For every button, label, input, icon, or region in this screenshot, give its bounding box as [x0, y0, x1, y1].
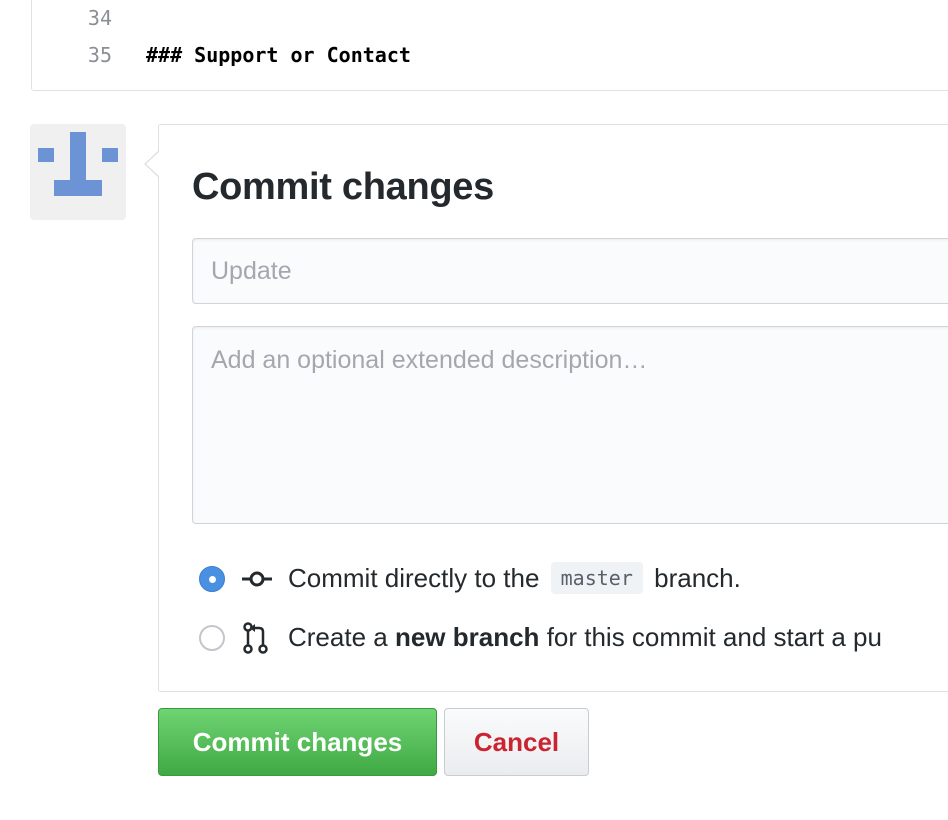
line-number: 35	[87, 43, 112, 67]
code-line: 34	[32, 6, 948, 42]
identicon-icon	[102, 148, 118, 162]
cancel-button[interactable]: Cancel	[444, 708, 589, 776]
identicon-icon	[38, 148, 54, 162]
code-text: ### Support or Contact	[146, 43, 411, 67]
commit-direct-text: Commit directly to the	[288, 563, 540, 593]
code-viewer: 34 35 ### Support or Contact	[31, 0, 948, 91]
new-branch-text: Create a	[288, 622, 388, 652]
line-number: 34	[87, 6, 112, 30]
commit-direct-label: Commit directly to the master branch.	[288, 562, 741, 594]
identicon-icon	[70, 132, 86, 182]
commit-form-title: Commit changes	[192, 166, 494, 208]
commit-description-input[interactable]	[192, 326, 948, 524]
code-line: 35 ### Support or Contact	[32, 43, 948, 79]
commit-direct-text-after: branch.	[654, 563, 741, 593]
commit-direct-radio[interactable]	[199, 566, 225, 592]
identicon-icon	[54, 180, 102, 196]
new-branch-label: Create a new branch for this commit and …	[288, 622, 882, 653]
new-branch-radio[interactable]	[199, 625, 225, 651]
new-branch-text-after: for this commit and start a pu	[546, 622, 882, 652]
git-commit-icon	[242, 568, 272, 595]
avatar	[30, 124, 126, 220]
speech-caret	[146, 151, 160, 177]
commit-summary-input[interactable]	[192, 238, 948, 304]
branch-name: master	[550, 562, 643, 594]
commit-changes-button[interactable]: Commit changes	[158, 708, 437, 776]
new-branch-bold: new branch	[394, 622, 540, 652]
git-pull-request-icon	[243, 622, 269, 659]
